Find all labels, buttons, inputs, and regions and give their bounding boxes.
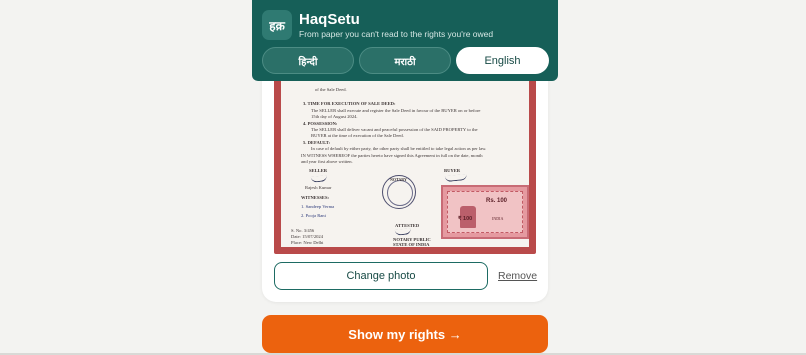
doc-line: ATTESTED xyxy=(395,223,420,228)
stamp-country: INDIA xyxy=(492,216,504,221)
doc-line: WITNESSES: xyxy=(301,195,330,200)
doc-line: The SELLER shall execute and register th… xyxy=(311,108,481,113)
remove-link[interactable]: Remove xyxy=(498,270,537,282)
change-photo-button[interactable]: Change photo xyxy=(274,262,488,290)
doc-line: Date: 15/07/2024 xyxy=(291,234,324,239)
doc-line: S. No. 3/456 xyxy=(291,228,315,233)
document-page: of the Sale Deed. 3. TIME FOR EXECUTION … xyxy=(281,77,529,247)
app-header: हक़ HaqSetu From paper you can't read to… xyxy=(252,0,558,81)
buyer-signature xyxy=(444,173,468,183)
doc-line: 1. Sandeep Verma xyxy=(301,204,335,209)
app-logo: हक़ xyxy=(262,10,292,40)
app-tagline: From paper you can't read to the rights … xyxy=(299,29,494,39)
doc-line: BUYER at the time of execution of the Sa… xyxy=(311,133,404,138)
doc-line: and year first above written. xyxy=(301,159,353,164)
doc-line: 4. POSSESSION: xyxy=(303,121,338,126)
seller-signature xyxy=(310,175,328,183)
lang-marathi-button[interactable]: मराठी xyxy=(359,47,451,74)
document-photo: of the Sale Deed. 3. TIME FOR EXECUTION … xyxy=(274,70,536,254)
doc-line: The SELLER shall deliver vacant and peac… xyxy=(311,127,478,132)
stamp-paper: Rs. 100 ₹ 100 INDIA xyxy=(441,185,529,239)
doc-line: 3. TIME FOR EXECUTION OF SALE DEED: xyxy=(303,101,396,106)
doc-line: IN WITNESS WHEREOF the parties hereto ha… xyxy=(301,153,483,158)
doc-line: 2. Pooja Rani xyxy=(301,213,326,218)
doc-line: Place: New Delhi xyxy=(291,240,324,245)
notary-signature xyxy=(394,228,412,236)
doc-line: STATE OF INDIA xyxy=(393,242,430,247)
stamp-value-alt: ₹ 100 xyxy=(458,216,473,222)
doc-line: Rajesh Kumar xyxy=(305,185,332,190)
lang-english-button[interactable]: English xyxy=(456,47,549,74)
seal-text: NOTARY xyxy=(390,177,407,182)
doc-line: BUYER xyxy=(444,168,461,173)
doc-line: SELLER xyxy=(309,168,328,173)
app-title: HaqSetu xyxy=(299,11,360,28)
doc-line: of the Sale Deed. xyxy=(315,87,347,92)
lang-hindi-button[interactable]: हिन्दी xyxy=(262,47,354,74)
doc-line: In case of default by either party, the … xyxy=(311,146,487,151)
show-my-rights-button[interactable]: Show my rights → xyxy=(262,315,548,353)
doc-line: 5. DEFAULT: xyxy=(303,140,330,145)
stamp-value: Rs. 100 xyxy=(486,198,508,204)
doc-line: 15th day of August 2024. xyxy=(311,114,358,119)
